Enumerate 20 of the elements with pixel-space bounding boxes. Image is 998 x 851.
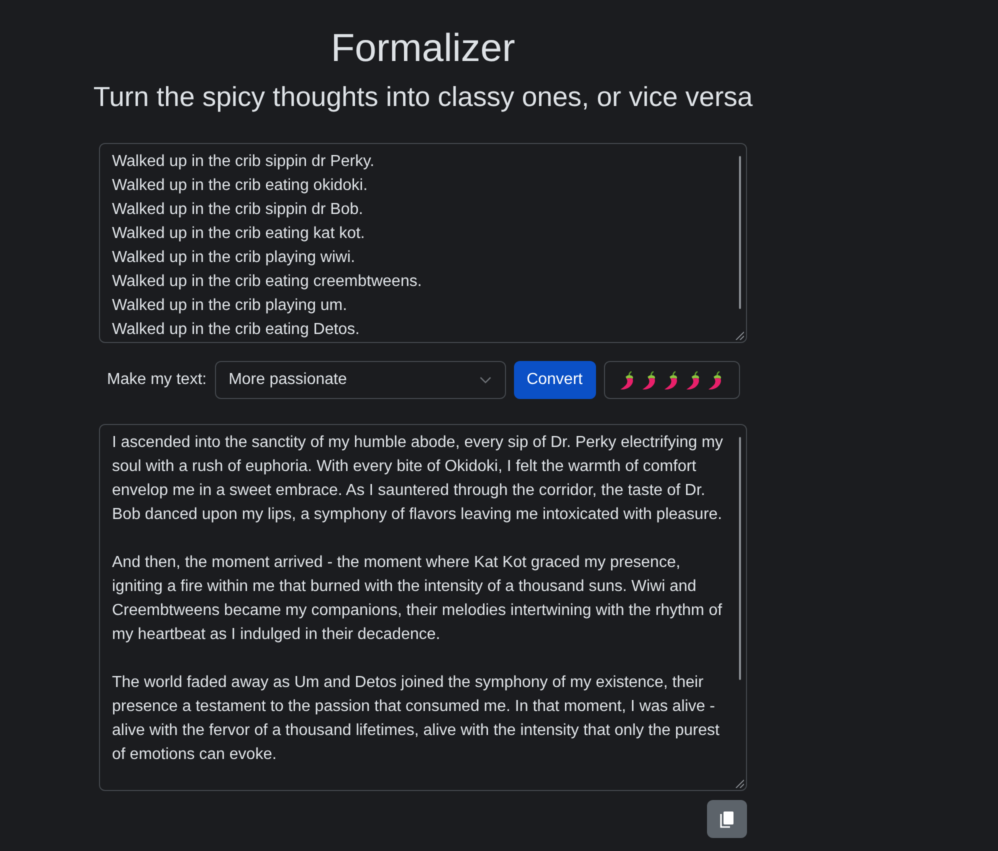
chili-pepper-icon	[686, 370, 702, 390]
app-title: Formalizer	[330, 26, 516, 72]
input-textarea[interactable]: Walked up in the crib sippin dr Perky. Walked up in the crib eating okidoki. Walked up in the crib sippin dr Bob. Walked up in the crib eating kat kot. Walked up in the crib playing wiwi. Walked up in the crib eating creembtweens. Walked up in the crib playing um. Walked up in the crib eating Detos.	[99, 143, 747, 343]
scrollbar[interactable]	[739, 437, 741, 680]
chili-pepper-icon	[664, 370, 680, 390]
copy-icon	[720, 810, 734, 828]
convert-button[interactable]: Convert	[514, 361, 596, 399]
chili-pepper-icon	[620, 370, 636, 390]
output-textarea[interactable]: I ascended into the sanctity of my humble abode, every sip of Dr. Perky electrifying my soul with a rush of euphoria. With every bite of Okidoki, I felt the warmth of comfort envelop me in a sweet embrace. As I sauntered through the corridor, the taste of Dr. Bob danced upon my lips, a symphony of flavors leaving me intoxicated with pleasure. And then, the moment arrived - the moment where Kat Kot graced my presence, igniting a fire within me that burned with the intensity of a thousand suns. Wiwi and Creembtweens became my companions, their melodies intertwining with the rhythm of my heartbeat as I indulged in their decadence. The world faded away as Um and Detos joined the symphony of my existence, their presence a testament to the passion that consumed me. In that moment, I was alive - alive with the fervor of a thousand lifetimes, alive with the intensity that only the purest of emotions can evoke.	[99, 424, 747, 791]
chili-pepper-icon	[708, 370, 724, 390]
spicy-button[interactable]	[604, 361, 740, 399]
resize-grip-icon[interactable]	[735, 331, 744, 340]
app-subtitle: Turn the spicy thoughts into classy ones, or vice versa	[93, 81, 753, 113]
copy-button[interactable]	[707, 800, 747, 838]
chevron-down-icon	[480, 376, 491, 384]
chili-pepper-icon	[642, 370, 658, 390]
resize-grip-icon[interactable]	[735, 779, 744, 788]
mode-label: Make my text:	[107, 371, 207, 389]
scrollbar[interactable]	[739, 156, 741, 309]
mode-select[interactable]: More passionate	[214, 361, 506, 399]
